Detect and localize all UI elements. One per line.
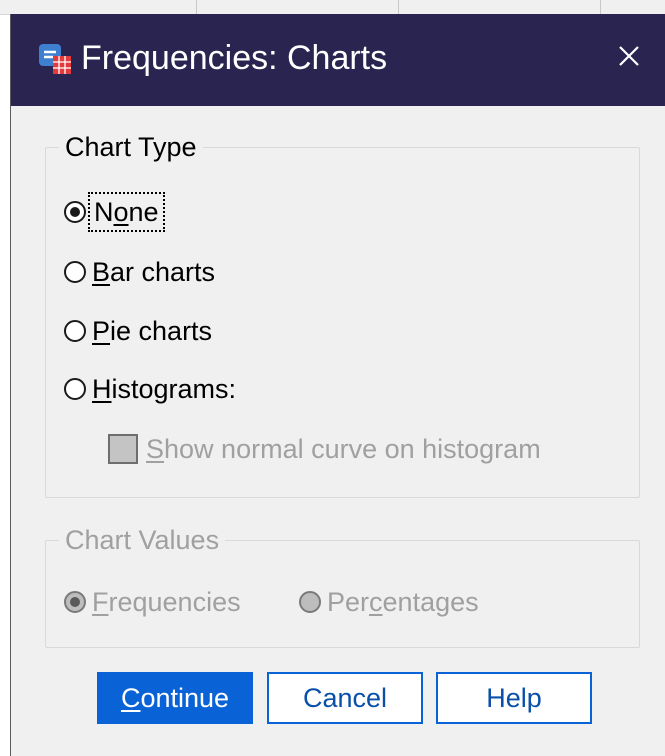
cancel-button[interactable]: Cancel	[267, 672, 423, 724]
radio-button-indicator[interactable]	[64, 378, 86, 400]
radio-pie-charts-label: Pie charts	[92, 316, 213, 346]
radio-button-indicator[interactable]	[64, 261, 86, 283]
radio-none[interactable]: None	[64, 192, 165, 232]
spss-app-icon	[39, 44, 71, 74]
background-strip	[0, 0, 665, 15]
radio-button-indicator[interactable]	[64, 201, 86, 223]
chart-values-legend: Chart Values	[59, 525, 226, 555]
radio-histograms[interactable]: Histograms:	[64, 372, 236, 406]
strip-divider	[398, 0, 399, 14]
show-normal-curve-checkbox[interactable]: Show normal curve on histogram	[108, 432, 541, 466]
radio-histograms-label: Histograms:	[92, 374, 237, 404]
strip-divider	[600, 0, 601, 14]
close-icon[interactable]	[611, 38, 647, 74]
radio-none-label: None	[88, 192, 165, 232]
strip-divider	[196, 0, 197, 14]
radio-button-indicator[interactable]	[64, 591, 86, 613]
radio-pie-charts[interactable]: Pie charts	[64, 314, 212, 348]
continue-button[interactable]: Continue	[97, 672, 253, 724]
radio-bar-charts-label: Bar charts	[92, 257, 216, 287]
radio-percentages[interactable]: Percentages	[299, 585, 479, 619]
radio-bar-charts[interactable]: Bar charts	[64, 255, 215, 289]
title-bar: Frequencies: Charts	[11, 14, 665, 106]
window-title: Frequencies: Charts	[81, 39, 388, 77]
checkbox-indicator[interactable]	[108, 434, 138, 464]
radio-frequencies-label: Frequencies	[92, 587, 241, 617]
radio-frequencies[interactable]: Frequencies	[64, 585, 241, 619]
radio-button-indicator[interactable]	[299, 591, 321, 613]
help-button[interactable]: Help	[436, 672, 592, 724]
radio-percentages-label: Percentages	[327, 587, 479, 617]
chart-type-legend: Chart Type	[59, 132, 203, 162]
radio-button-indicator[interactable]	[64, 320, 86, 342]
show-normal-curve-label: Show normal curve on histogram	[146, 434, 541, 464]
frequencies-charts-dialog: Frequencies: Charts Chart Type None Bar …	[10, 14, 665, 756]
